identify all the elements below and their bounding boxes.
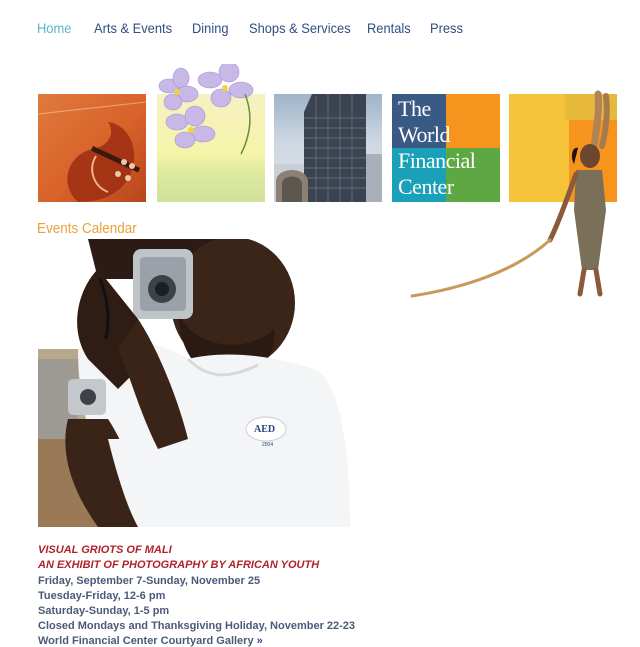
nav-press[interactable]: Press [430,20,463,36]
event-hours-weekday: Tuesday-Friday, 12-6 pm [38,590,166,602]
nav-arts-events[interactable]: Arts & Events [94,20,172,36]
skyscraper-image [274,94,382,202]
event-title-line1[interactable]: VISUAL GRIOTS OF MALI [38,544,172,556]
event-photo[interactable]: AED 2004 [38,239,350,527]
event-dates: Friday, September 7-Sunday, November 25 [38,575,261,587]
events-calendar-heading: Events Calendar [37,220,137,237]
nav-home[interactable]: Home [37,20,71,36]
nav-shops-services[interactable]: Shops & Services [249,20,351,36]
shirt-year-text: 2004 [262,442,273,448]
event-location: World Financial Center Courtyard Gallery… [38,635,263,647]
event-hours-weekend: Saturday-Sunday, 1-5 pm [38,605,170,617]
nav-dining[interactable]: Dining [192,20,229,36]
orchid-image [157,64,265,202]
event-title-line2[interactable]: AN EXHIBIT OF PHOTOGRAPHY BY AFRICAN YOU… [38,559,319,571]
double-arrow-icon[interactable]: » [257,635,263,647]
violin-image [38,94,146,202]
shirt-logo-text: AED [254,424,275,435]
event-closed-note: Closed Mondays and Thanksgiving Holiday,… [38,620,356,632]
event-location-text: World Financial Center Courtyard Gallery [38,635,254,647]
nav-rentals[interactable]: Rentals [367,20,411,36]
dancer-image [410,90,610,298]
